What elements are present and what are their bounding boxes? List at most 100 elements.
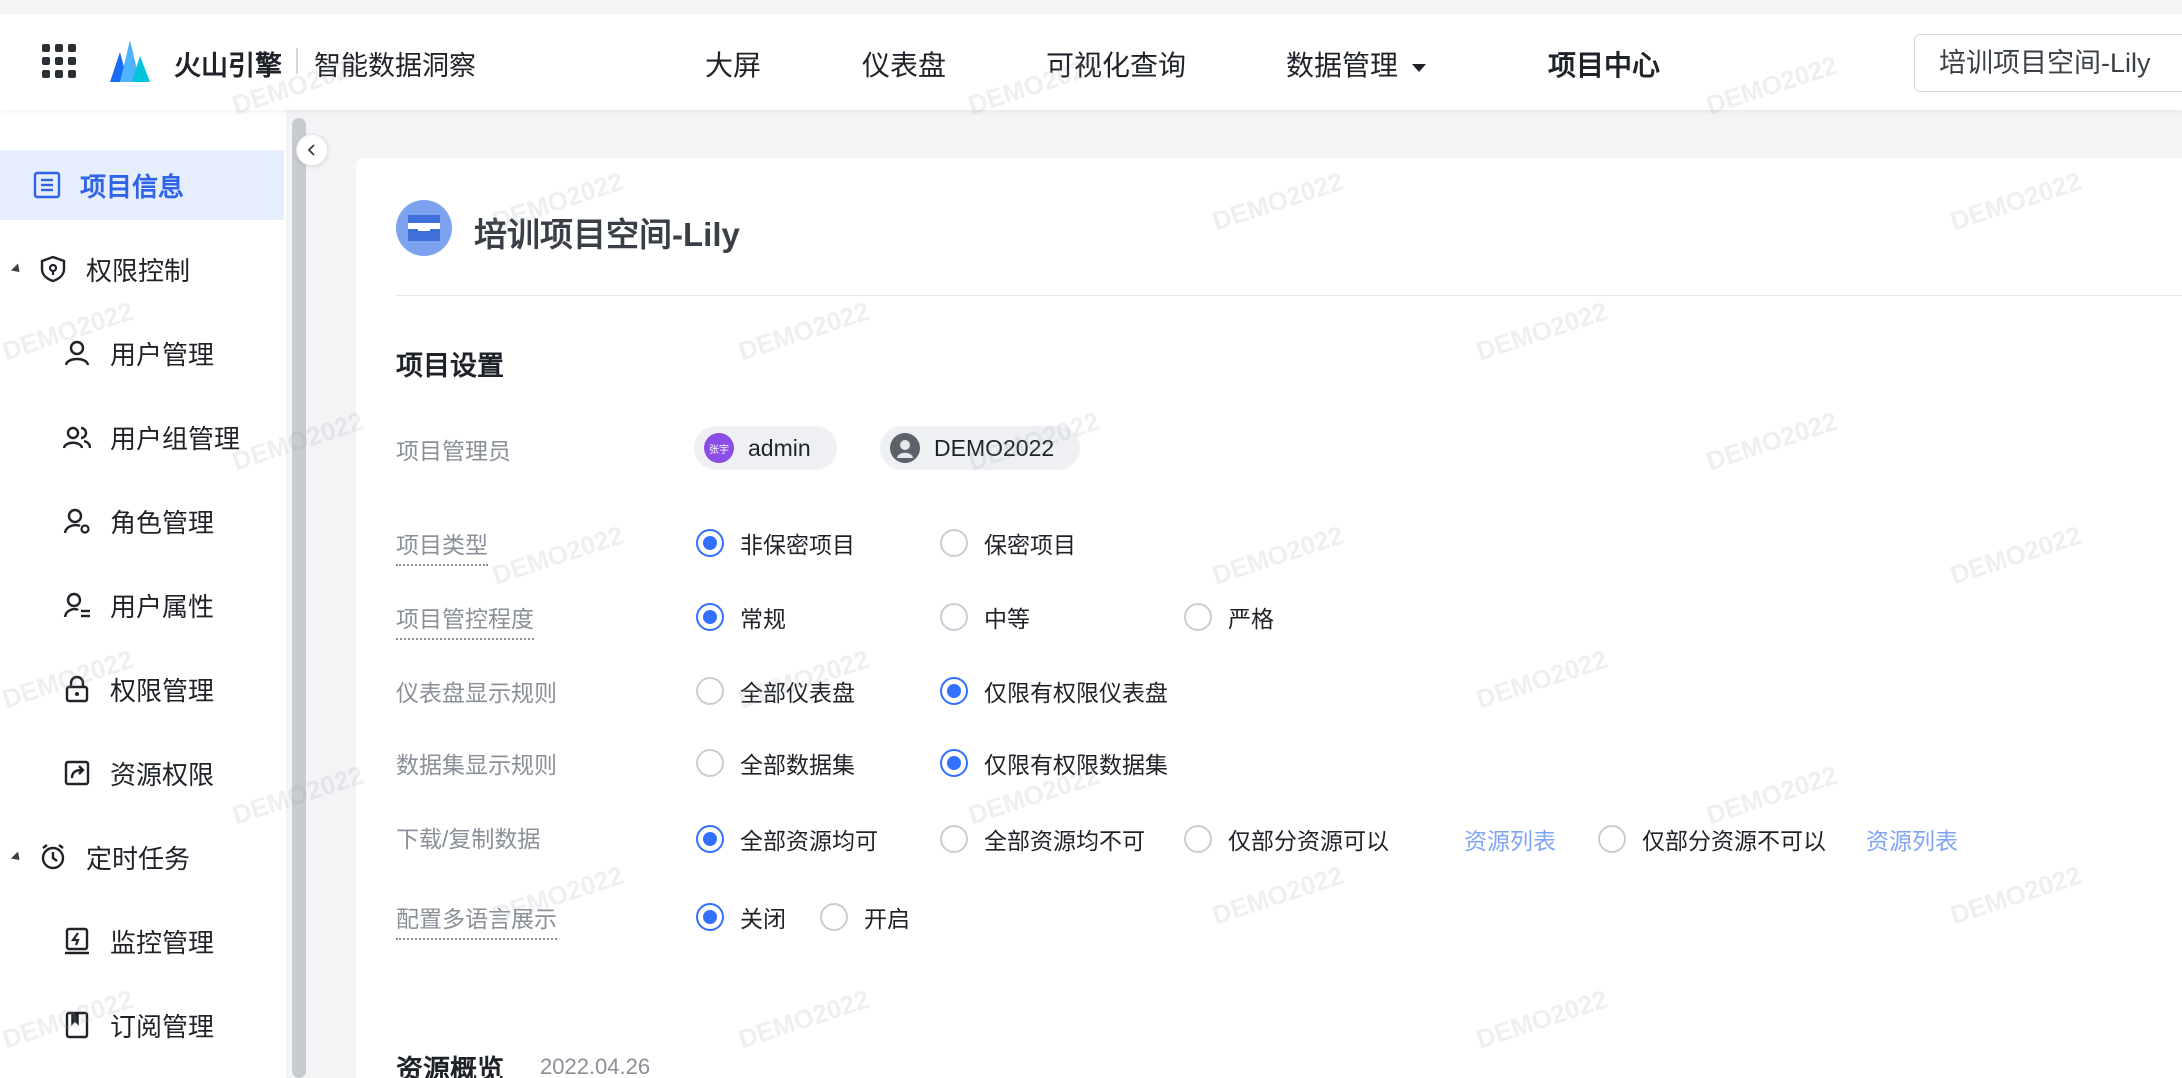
- sidebar-item-label: 项目信息: [80, 171, 185, 202]
- admin-user-tag[interactable]: DEMO2022: [880, 426, 1081, 470]
- sidebar-item-label: 用户组管理: [110, 423, 241, 454]
- project-avatar: [396, 200, 452, 256]
- overview-date: 2022.04.26: [540, 1054, 651, 1078]
- list-icon: [32, 170, 62, 200]
- radio-all-datasets[interactable]: 全部数据集: [696, 746, 855, 780]
- sidebar-item-user-management[interactable]: 用户管理: [0, 318, 284, 388]
- multilanguage-label: 配置多语言展示: [396, 900, 557, 940]
- radio-multilanguage-off[interactable]: 关闭: [696, 900, 786, 934]
- radio-label: 开启: [864, 906, 910, 932]
- sidebar-item-subscription-management[interactable]: 订阅管理: [0, 990, 284, 1060]
- radio-multilanguage-on[interactable]: 开启: [820, 900, 910, 934]
- caret-expanded-icon: [10, 850, 24, 864]
- radio-label: 仅部分资源不可以: [1642, 828, 1826, 854]
- radio-all-resources-denied[interactable]: 全部资源均不可: [940, 822, 1145, 856]
- sidebar-item-role-management[interactable]: 角色管理: [0, 486, 284, 556]
- nav-data-management[interactable]: 数据管理: [1286, 44, 1427, 84]
- radio-label: 保密项目: [984, 532, 1076, 558]
- chevron-left-icon: [307, 144, 315, 156]
- radio-dot: [940, 603, 968, 631]
- nav-data-management-label: 数据管理: [1286, 50, 1399, 81]
- radio-label: 常规: [740, 606, 786, 632]
- nav-project-center[interactable]: 项目中心: [1548, 44, 1660, 84]
- radio-label: 全部仪表盘: [740, 680, 855, 706]
- sidebar-item-label: 订阅管理: [110, 1011, 215, 1042]
- sidebar-item-label: 监控管理: [110, 927, 215, 958]
- avatar: [890, 433, 920, 463]
- radio-label: 全部资源均不可: [984, 828, 1145, 854]
- radio-dot: [820, 903, 848, 931]
- user-group-icon: [62, 422, 92, 452]
- bookmark-icon: [62, 1010, 92, 1040]
- avatar: 张宇: [704, 433, 734, 463]
- radio-some-resources-denied[interactable]: 仅部分资源不可以: [1598, 822, 1826, 856]
- admin-user-name: admin: [748, 434, 811, 461]
- sidebar-item-project-info[interactable]: 项目信息: [0, 150, 284, 220]
- radio-some-resources-allowed[interactable]: 仅部分资源可以: [1184, 822, 1389, 856]
- resource-list-link[interactable]: 资源列表: [1464, 822, 1556, 856]
- radio-dot: [696, 825, 724, 853]
- radio-label: 非保密项目: [740, 532, 855, 558]
- product-name: 智能数据洞察: [314, 51, 476, 81]
- sidebar-scrollbar[interactable]: [292, 118, 306, 1078]
- radio-dot: [696, 603, 724, 631]
- resource-overview-title: 资源概览: [396, 1055, 504, 1078]
- radio-non-confidential[interactable]: 非保密项目: [696, 526, 855, 560]
- radio-label: 全部资源均可: [740, 828, 878, 854]
- top-navigation-bar: 火山引擎 智能数据洞察 大屏 仪表盘 可视化查询 数据管理 项目中心 培训项目空…: [0, 0, 2182, 110]
- radio-dot: [1184, 825, 1212, 853]
- sidebar-item-user-group-management[interactable]: 用户组管理: [0, 402, 284, 472]
- radio-dot: [940, 677, 968, 705]
- clock-icon: [38, 842, 68, 872]
- user-settings-icon: [62, 506, 92, 536]
- sidebar-item-label: 权限管理: [110, 675, 215, 706]
- radio-control-medium[interactable]: 中等: [940, 600, 1030, 634]
- brand-divider: [296, 48, 298, 74]
- radio-control-normal[interactable]: 常规: [696, 600, 786, 634]
- monitor-icon: [62, 926, 92, 956]
- radio-dot: [696, 529, 724, 557]
- sidebar-item-label: 定时任务: [86, 843, 191, 874]
- brand-name: 火山引擎: [174, 51, 282, 81]
- sidebar-item-permission-management[interactable]: 权限管理: [0, 654, 284, 724]
- control-level-label: 项目管控程度: [396, 600, 534, 640]
- radio-confidential[interactable]: 保密项目: [940, 526, 1076, 560]
- project-title: 培训项目空间-Lily: [474, 216, 740, 253]
- radio-label: 仅限有权限数据集: [984, 752, 1168, 778]
- radio-label: 严格: [1228, 606, 1274, 632]
- radio-dot: [940, 825, 968, 853]
- sidebar-item-user-attribute[interactable]: 用户属性: [0, 570, 284, 640]
- radio-permitted-datasets[interactable]: 仅限有权限数据集: [940, 746, 1168, 780]
- header-divider: [396, 295, 2182, 296]
- app-grid-icon[interactable]: [42, 44, 76, 78]
- sidebar-item-label: 角色管理: [110, 507, 215, 538]
- radio-permitted-dashboards[interactable]: 仅限有权限仪表盘: [940, 674, 1168, 708]
- sidebar-item-monitor-management[interactable]: 监控管理: [0, 906, 284, 976]
- project-info-card: 培训项目空间-Lily 项目设置 项目管理员 张宇 admin DEMO2022…: [356, 158, 2182, 1078]
- radio-dot: [696, 677, 724, 705]
- download-copy-label: 下载/复制数据: [396, 826, 541, 852]
- radio-all-dashboards[interactable]: 全部仪表盘: [696, 674, 855, 708]
- user-icon: [62, 338, 92, 368]
- sidebar-group-scheduled-tasks[interactable]: 定时任务: [0, 822, 284, 892]
- radio-dot: [940, 749, 968, 777]
- user-attribute-icon: [62, 590, 92, 620]
- lock-icon: [62, 674, 92, 704]
- radio-all-resources-allowed[interactable]: 全部资源均可: [696, 822, 878, 856]
- nav-big-screen[interactable]: 大屏: [705, 44, 761, 84]
- chevron-down-icon: [1412, 63, 1427, 72]
- radio-control-strict[interactable]: 严格: [1184, 600, 1274, 634]
- collapse-sidebar-button[interactable]: [296, 134, 328, 166]
- admin-user-tag[interactable]: 张宇 admin: [694, 426, 837, 470]
- resource-list-link[interactable]: 资源列表: [1866, 822, 1958, 856]
- radio-label: 仅部分资源可以: [1228, 828, 1389, 854]
- sidebar-group-permission[interactable]: 权限控制: [0, 234, 284, 304]
- nav-dashboard[interactable]: 仪表盘: [862, 44, 946, 84]
- project-selector[interactable]: 培训项目空间-Lily: [1914, 34, 2182, 92]
- shield-icon: [38, 254, 68, 284]
- project-type-label: 项目类型: [396, 526, 488, 566]
- nav-visual-query[interactable]: 可视化查询: [1046, 44, 1186, 84]
- admin-label: 项目管理员: [396, 438, 511, 464]
- sidebar-item-resource-permission[interactable]: 资源权限: [0, 738, 284, 808]
- radio-dot: [940, 529, 968, 557]
